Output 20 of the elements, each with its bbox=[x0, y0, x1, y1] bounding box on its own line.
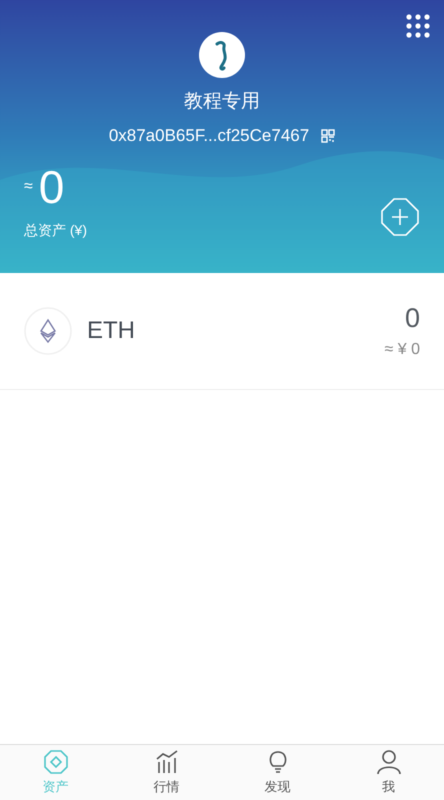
asset-row[interactable]: ETH 0 ≈ ¥ 0 bbox=[0, 273, 444, 390]
asset-fiat-value: ≈ ¥ 0 bbox=[384, 342, 420, 358]
total-assets-value: 0 bbox=[38, 164, 64, 210]
ethereum-icon bbox=[24, 307, 72, 355]
diamond-icon bbox=[42, 748, 68, 775]
asset-amount: 0 bbox=[404, 304, 420, 332]
person-icon bbox=[376, 748, 402, 775]
total-assets-label: 总资产 (¥) bbox=[24, 221, 87, 240]
chart-icon bbox=[154, 748, 180, 775]
tab[interactable]: 我 bbox=[333, 745, 444, 800]
avatar-icon[interactable] bbox=[199, 32, 245, 78]
tab[interactable]: 行情 bbox=[111, 745, 222, 800]
wallet-address: 0x87a0B65F...cf25Ce7467 bbox=[108, 127, 310, 144]
add-icon[interactable] bbox=[380, 197, 420, 237]
asset-symbol: ETH bbox=[87, 316, 135, 346]
qr-code-icon[interactable] bbox=[321, 128, 336, 142]
wallet-name: 教程专用 bbox=[184, 92, 260, 111]
tab[interactable]: 发现 bbox=[222, 745, 333, 800]
approx-sign: ≈ bbox=[24, 177, 33, 197]
grid-menu-icon[interactable] bbox=[406, 14, 430, 38]
